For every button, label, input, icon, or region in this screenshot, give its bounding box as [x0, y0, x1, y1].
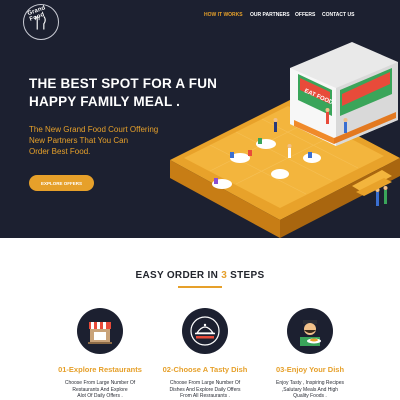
steps-title-suffix: STEPS — [227, 270, 265, 281]
steps-title: EASY ORDER IN 3 STEPS — [0, 270, 400, 281]
nav-offers[interactable]: OFFERS — [295, 12, 315, 18]
step-title: 01-Explore Restaurants — [58, 365, 142, 374]
nav-our-partners[interactable]: OUR PARTNERS — [250, 12, 290, 18]
step-desc-line: Quality Foods . — [293, 393, 327, 399]
step-desc-line: From All Resraurants . — [180, 393, 230, 399]
explore-offers-button[interactable]: EXPLORE OFFERS — [29, 175, 94, 191]
step-enjoy-dish: 03-Enjoy Your Dish Enjoy Tasty , Inspiri… — [255, 308, 365, 400]
nav-contact-us[interactable]: CONTACT US — [322, 12, 354, 18]
brand-logo[interactable]: Grand Food — [23, 4, 59, 40]
steps-title-prefix: EASY ORDER IN — [135, 270, 222, 281]
step-description: Enjoy Tasty , Inspiring Recipes ,Salutar… — [255, 380, 365, 400]
cloche-icon — [182, 308, 228, 354]
step-desc-line: Restaurants And Explore — [72, 386, 128, 393]
step-desc-line: Alot Of Daily Offers . — [77, 393, 123, 399]
store-icon — [77, 308, 123, 354]
step-title: 03-Enjoy Your Dish — [275, 365, 345, 374]
hero-subtitle-line2: New Partners That You Can — [29, 136, 129, 145]
step-explore-restaurants: 01-Explore Restaurants Choose From Large… — [45, 308, 155, 400]
hero-section: Grand Food HOW IT WORKS OUR PARTNERS OFF… — [0, 0, 400, 238]
hero-title-line2: HAPPY FAMILY MEAL . — [29, 94, 181, 109]
food-court-illustration: EAT FOOD — [170, 42, 400, 238]
step-desc-line: Dishes And Explore Daily Offers — [169, 386, 241, 393]
step-desc-line: Enjoy Tasty , Inspiring Recipes — [276, 380, 344, 386]
nav-how-it-works[interactable]: HOW IT WORKS — [204, 12, 243, 18]
diner-icon — [287, 308, 333, 354]
hero-subtitle-line3: Order Best Food. — [29, 147, 91, 156]
step-description: Choose From Large Number Of Restaurants … — [45, 380, 155, 400]
step-desc-line: Choose From Large Number Of — [64, 380, 136, 386]
steps-title-underline — [178, 286, 222, 288]
step-desc-line: ,Salutary Meals And High — [281, 386, 339, 393]
step-title: 02-Choose A Tasty Dish — [162, 365, 248, 374]
step-description: Choose From Large Number Of Dishes And E… — [150, 380, 260, 400]
step-desc-line: Choose From Large Number Of — [169, 380, 241, 386]
hero-subtitle-line1: The New Grand Food Court Offering — [29, 125, 159, 134]
step-choose-dish: 02-Choose A Tasty Dish Choose From Large… — [150, 308, 260, 400]
